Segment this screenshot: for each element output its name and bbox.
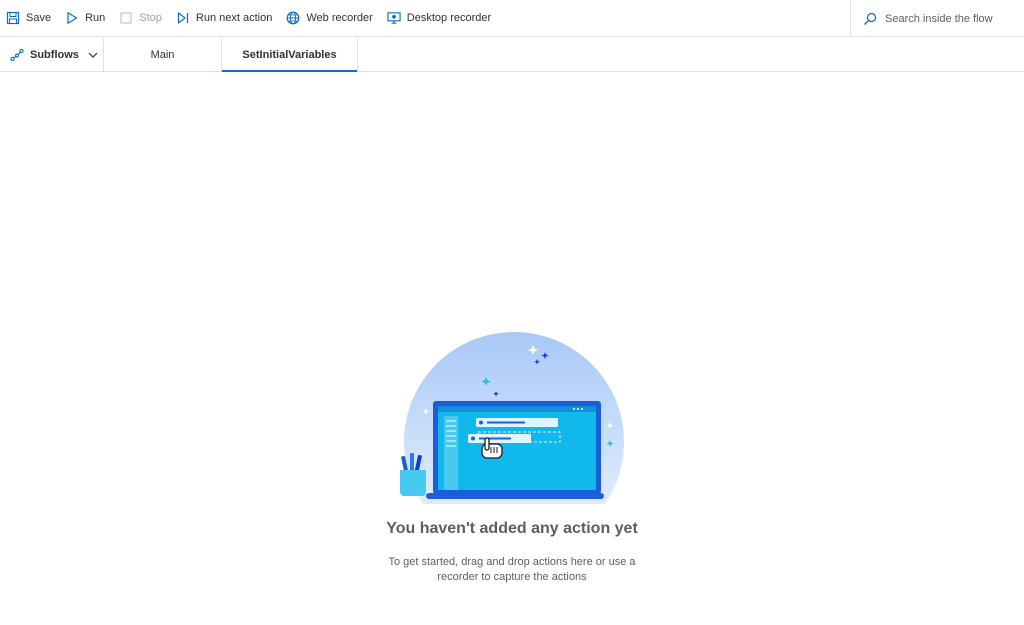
- web-recorder-label: Web recorder: [306, 12, 373, 24]
- empty-state-line-2: recorder to capture the actions: [437, 571, 587, 583]
- desktop-recorder-icon: [387, 11, 401, 25]
- subflows-label: Subflows: [30, 48, 79, 61]
- step-forward-icon: [176, 11, 190, 25]
- chevron-down-icon: [87, 49, 99, 61]
- search-placeholder: Search inside the flow: [885, 12, 993, 25]
- subflows-dropdown[interactable]: Subflows: [0, 38, 104, 71]
- stop-button[interactable]: Stop: [112, 0, 169, 37]
- desktop-recorder-button[interactable]: Desktop recorder: [380, 0, 498, 37]
- empty-state-line-1: To get started, drag and drop actions he…: [388, 556, 636, 568]
- run-next-action-label: Run next action: [195, 12, 273, 24]
- search-icon: [863, 12, 877, 26]
- empty-state-title: You haven't added any action yet: [386, 520, 638, 537]
- run-label: Run: [85, 12, 106, 24]
- save-label: Save: [26, 12, 52, 24]
- desktop-recorder-label: Desktop recorder: [406, 12, 492, 24]
- save-button[interactable]: Save: [0, 0, 58, 37]
- save-icon: [6, 11, 20, 25]
- subflow-tabs: Subflows Main SetInitialVariables: [0, 38, 1024, 72]
- web-recorder-button[interactable]: Web recorder: [279, 0, 379, 37]
- globe-icon: [286, 11, 300, 25]
- empty-state-description: To get started, drag and drop actions he…: [362, 555, 662, 585]
- stop-icon: [119, 11, 133, 25]
- search-input[interactable]: Search inside the flow: [850, 0, 1024, 37]
- empty-state-illustration: [396, 332, 632, 552]
- tab-main-label: Main: [150, 48, 175, 61]
- subflows-icon: [10, 48, 24, 62]
- run-next-action-button[interactable]: Run next action: [169, 0, 279, 37]
- tab-setinitialvariables-label: SetInitialVariables: [242, 48, 337, 61]
- tab-main[interactable]: Main: [104, 38, 222, 71]
- tab-setinitialvariables[interactable]: SetInitialVariables: [222, 38, 358, 72]
- run-button[interactable]: Run: [58, 0, 112, 37]
- play-icon: [65, 11, 79, 25]
- stop-label: Stop: [139, 12, 162, 24]
